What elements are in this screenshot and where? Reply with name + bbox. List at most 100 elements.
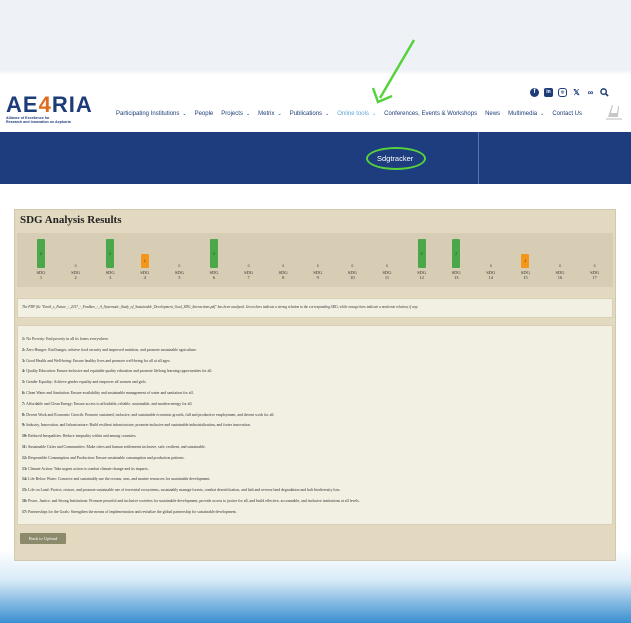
sdg-tick-number: 12	[419, 275, 424, 280]
nav-item-8[interactable]: Multimedia ⌄	[508, 111, 544, 117]
sdg-bar-value: 0	[489, 264, 492, 268]
sdg-bar-value: 0	[351, 264, 354, 268]
sdg-goal-number: 7:	[22, 401, 26, 406]
sdg-goal-number: 15:	[22, 488, 28, 493]
sdg-goal-item: 14: Life Below Water: Conserve and susta…	[22, 477, 210, 481]
sdg-goal-text: Zero Hunger: End hunger, achieve food se…	[26, 347, 197, 352]
sdg-goal-item: 17: Partnerships for the Goals: Strength…	[22, 510, 237, 514]
nav-item-label: Participating Institutions	[116, 111, 180, 117]
sdg-goal-text: Life on Land: Protect, restore, and prom…	[28, 488, 341, 493]
chevron-down-icon: ⌄	[277, 111, 282, 117]
sdg-tick-label: SDG 3	[100, 270, 120, 280]
annotation-arrow-icon	[371, 39, 416, 104]
chevron-down-icon: ⌄	[245, 111, 251, 117]
sdg-goal-number: 11:	[22, 445, 27, 449]
sdg-tick-number: 7	[247, 275, 250, 280]
sdg-tick-label: SDG 11	[377, 270, 397, 280]
sdg-tick-number: 3	[109, 275, 112, 280]
sdg-goal-text: Good Health and Well-being: Ensure healt…	[26, 358, 171, 363]
sdg-goal-number: 14:	[22, 477, 28, 482]
sdg-tick-label: SDG 17	[585, 270, 605, 280]
nav-item-label: Publications	[289, 111, 323, 117]
sdg-tick-label: SDG 14	[481, 270, 501, 280]
x-icon[interactable]: 𝕏	[572, 88, 581, 97]
sdg-goal-item: 13: Climate Action: Take urgent action t…	[22, 467, 149, 471]
sdg-tick-number: 1	[39, 275, 43, 280]
sdg-goal-item: 5: Gender Equality: Achieve gender equal…	[22, 380, 146, 384]
sdg-tick-number: 6	[212, 275, 216, 280]
sdg-bar-value: 0	[282, 264, 285, 268]
tool-banner	[0, 132, 631, 184]
sdg-goal-number: 13:	[22, 466, 28, 471]
nav-item-4[interactable]: Publications ⌄	[290, 111, 330, 117]
sdg-goal-text: Quality Education: Ensure inclusive and …	[26, 369, 213, 374]
nav-item-3[interactable]: Metrix ⌄	[258, 111, 282, 117]
sdg-goal-item: 11: Sustainable Cities and Communities: …	[22, 445, 206, 449]
back-to-upload-button[interactable]: Back to Upload	[20, 533, 66, 544]
nav-item-label: Multimedia	[508, 111, 538, 117]
sdg-goal-text: Life Below Water: Conserve and sustainab…	[28, 477, 211, 482]
sdg-goal-number: 8:	[22, 412, 26, 417]
linkedin-icon[interactable]: in	[544, 88, 553, 97]
sdg-goal-item: 6: Clean Water and Sanitation: Ensure av…	[22, 391, 194, 395]
sdg-tick-label: SDG 6	[204, 270, 224, 280]
sdg-bar-value: 0	[247, 264, 250, 268]
sdg-tick-label: SDG 5	[169, 270, 189, 280]
sdg-goal-number: 1:	[22, 337, 26, 341]
sdg-goal-item: 4: Quality Education: Ensure inclusive a…	[22, 369, 212, 373]
nav-item-label: Conferences, Events & Workshops	[384, 111, 478, 117]
site-logo[interactable]: AE4RIA Alliance of Excellence for Resear…	[6, 94, 94, 126]
nav-item-9[interactable]: Contact Us	[552, 111, 582, 117]
infinity-icon[interactable]: ∞	[586, 88, 595, 97]
nav-item-1[interactable]: People	[195, 111, 214, 117]
sdg-goal-item: 8: Decent Work and Economic Growth: Prom…	[22, 413, 274, 417]
sdg-tick-number: 2	[74, 275, 77, 280]
sdg-goal-item: 3: Good Health and Well-being: Ensure he…	[22, 359, 171, 363]
sdg-bar-value: 0	[178, 264, 181, 268]
nav-item-0[interactable]: Participating Institutions ⌄	[116, 111, 187, 117]
partner-logo-icon	[606, 103, 622, 124]
sdg-tick-label: SDG 9	[308, 270, 328, 280]
nav-item-6[interactable]: Conferences, Events & Workshops	[384, 111, 477, 117]
sdg-goal-item: 1: No Poverty: End poverty in all its fo…	[22, 337, 109, 341]
logo-text-four: 4	[38, 92, 52, 117]
sdg-goal-text: Climate Action: Take urgent action to co…	[28, 466, 149, 471]
sdg-goal-text: No Poverty: End poverty in all its forms…	[26, 337, 109, 341]
sdg-tick-label: SDG 7	[239, 270, 259, 280]
logo-subtitle-2: Research and Innovation on Aephoria	[6, 120, 71, 124]
nav-item-label: Projects	[221, 111, 243, 117]
sdg-goal-number: 2:	[22, 347, 26, 352]
chevron-down-icon: ⌄	[325, 111, 330, 117]
facebook-icon[interactable]: f	[530, 88, 539, 97]
sdg-goal-text: Affordable and Clean Energy: Ensure acce…	[26, 401, 193, 406]
sdg-tick-number: 9	[316, 275, 319, 280]
sdg-tick-label: SDG 8	[273, 270, 293, 280]
sdg-tick-number: 14	[488, 275, 494, 280]
nav-item-7[interactable]: News	[485, 111, 500, 117]
nav-item-5[interactable]: Online tools ⌄	[337, 111, 376, 117]
sdg-bar-chart: 2 SDG 1 0 SDG 2 2 SDG 3 1 SDG 4 0 SDG 5 2 SDG 6 0 SDG 7 0 SDG 8…	[17, 233, 613, 287]
sdg-bar-value: 2	[455, 251, 458, 256]
sdg-goal-number: 5:	[22, 380, 26, 385]
sdg-bar-value: 0	[593, 264, 596, 268]
sdg-tick-number: 13	[453, 275, 459, 280]
sdg-goal-text: Industry, Innovation, and Infrastructure…	[26, 423, 251, 428]
annotation-ellipse	[366, 147, 426, 170]
sdg-tick-label: SDG 12	[412, 270, 432, 280]
sdg-goal-item: 15: Life on Land: Protect, restore, and …	[22, 488, 340, 492]
nav-item-label: News	[485, 111, 501, 117]
search-icon[interactable]	[600, 88, 609, 97]
social-icons: f in ◎ 𝕏 ∞	[530, 88, 609, 97]
sdg-goal-number: 3:	[22, 358, 26, 363]
instagram-icon[interactable]: ◎	[558, 88, 567, 97]
sdg-goal-item: 12: Responsible Consumption and Producti…	[22, 456, 185, 460]
sdg-tick-label: SDG 16	[550, 270, 570, 280]
sdg-goal-number: 17:	[22, 509, 28, 514]
analysis-note: The PDF file "Earth_s_Future_-_2017_-_Fr…	[22, 305, 419, 309]
sdg-tick-number: 4	[143, 275, 146, 280]
logo-text-right: RIA	[51, 92, 93, 117]
sdg-bar-value: 0	[316, 264, 319, 268]
sdg-bar-value: 2	[213, 251, 215, 256]
nav-item-2[interactable]: Projects ⌄	[221, 111, 250, 117]
nav-item-label: Online tools	[337, 111, 369, 117]
